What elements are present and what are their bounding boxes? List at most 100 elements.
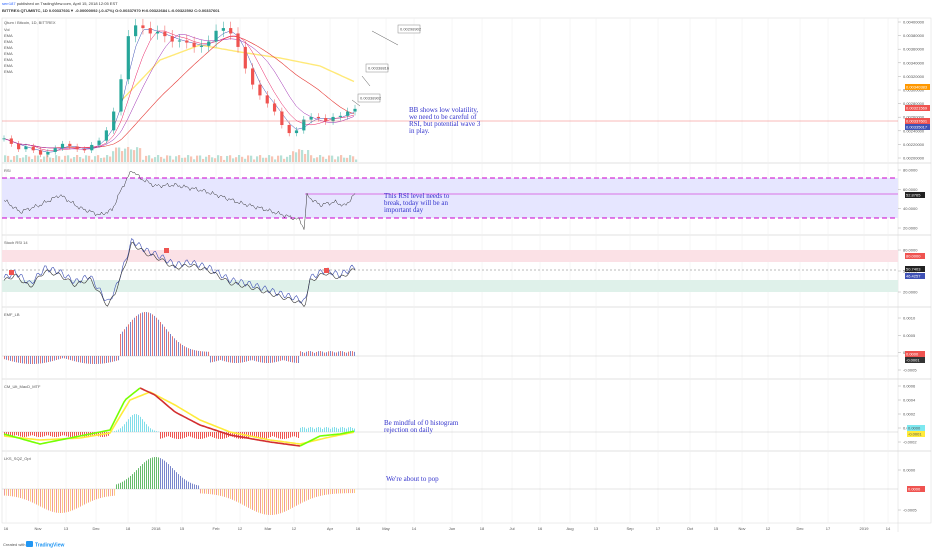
candle-body [155,31,160,34]
emf-bar [160,321,161,356]
volume-bar [250,155,253,162]
sqz-bar [40,489,41,507]
macd-bar [72,432,73,437]
ema-pink-line [3,30,355,151]
sqz-bar [352,489,353,494]
macd-bar [50,432,51,437]
volume-bar [175,156,178,162]
macd-bar [282,432,283,439]
volume-bar [160,156,163,162]
emf-bar [128,324,129,356]
macd-bar [126,421,127,432]
emf-bar [144,312,145,356]
macd-bar [294,432,295,437]
macd-bar [132,415,133,432]
macd-bar [196,432,197,439]
emf-bar [54,356,55,361]
emf-bar [216,356,217,362]
ema-purple-line [3,33,355,150]
macd-bar [186,432,187,438]
sqz-bar [242,489,243,505]
sqz-bar [124,480,125,489]
time-label: 17 [826,526,831,531]
volume-bar [100,157,103,162]
price-callout-1[interactable]: 0.00298902 [371,24,422,46]
sqz-bar [284,489,285,512]
axis-tick-label: -0.0005 [903,508,917,513]
panel-frames [1,17,932,532]
volume-bar [97,155,100,162]
stoch-rsi-panel: Stoch RSI 14 80.000050.000020.0000 80.00… [2,238,925,308]
sqz-bar [80,489,81,507]
sqz-bar [18,489,19,498]
emf-bar [84,356,85,364]
volume-bar [316,157,319,162]
footer-brand[interactable]: TradingView [35,543,64,549]
macd-bar [146,424,147,432]
volume-bar [76,155,79,162]
emf-bar [86,356,87,364]
macd-bar [52,432,53,437]
sqz-bar [204,489,205,494]
macd-bar [344,427,345,432]
stoch-marker [324,268,329,273]
sqz-bar [54,489,55,513]
emf-bar [244,356,245,363]
macd-panel-frame [1,378,932,452]
price-callout-2[interactable]: 0.00338816 [361,63,390,87]
time-label: 15 [714,526,719,531]
volume-bar [142,159,145,162]
volume-bar [280,155,283,162]
sqz-bar [118,483,119,489]
macd-bar [248,432,249,438]
sqz-bar [230,489,231,499]
emf-bar [52,356,53,362]
chart-canvas: 0.00298902 0.00338816 0.00338902 BB show… [1,17,932,549]
sqz-bar [266,489,267,515]
macd-bar [180,432,181,439]
emf-bar [158,319,159,356]
volume-bar [31,159,34,162]
stoch-marker [164,248,169,253]
macd-bar [150,428,151,432]
volume-bar [277,155,280,162]
sqz-bar [44,489,45,509]
volume-bar [229,155,232,162]
time-label: May [382,526,390,531]
time-label: 18 [480,526,485,531]
rsi-axis: 80.0000 60.0000 40.0000 20.0000 [898,168,918,231]
sqz-bar [114,489,115,496]
macd-bar [156,431,157,432]
sqz-bar [130,475,131,489]
volume-bar [61,159,64,162]
macd-bar [264,432,265,439]
emf-bar [228,356,229,363]
emf-bar [156,317,157,356]
emf-bar [18,356,19,363]
emf-bar [288,356,289,362]
macd-bar [78,432,79,436]
volume-bar [22,157,25,162]
emf-bar [192,349,193,356]
sqz-bar [290,489,291,509]
emf-bar [232,356,233,363]
sqz-bar [8,489,9,496]
macd-bar [324,427,325,432]
sqz-bar [268,489,269,515]
sqz-bar [10,489,11,497]
volume-bars [4,147,358,162]
price-tag-last-text: 0.00337601 [906,119,928,124]
sqz-bar [146,460,147,489]
emf-bar [50,356,51,362]
sqz-bar [304,489,305,502]
emf-bar [200,351,201,356]
macd-bar [326,427,327,432]
macd-bar [160,432,161,439]
macd-bar [266,432,267,439]
emf-bar [188,348,189,356]
volume-bar [16,155,19,162]
price-callout-3[interactable]: 0.00338902 [351,93,382,107]
emf-bar [264,356,265,363]
emf-bar [152,314,153,356]
emf-bar [106,356,107,363]
